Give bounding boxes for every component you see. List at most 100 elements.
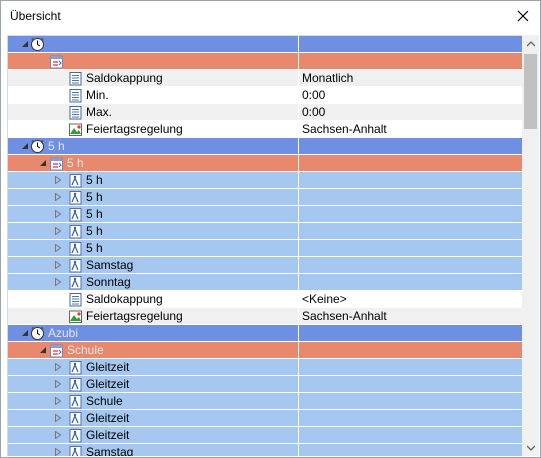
scrollbar-thumb[interactable]: [524, 54, 537, 129]
name-cell[interactable]: Gleitzeit: [17, 359, 299, 375]
name-cell[interactable]: Max.: [17, 104, 299, 120]
name-cell[interactable]: Samstag: [17, 257, 299, 273]
collapse-toggle[interactable]: [20, 39, 30, 49]
expand-toggle[interactable]: [53, 277, 63, 287]
expanded-triangle-icon: [22, 143, 28, 149]
value-cell[interactable]: [299, 36, 522, 52]
value-cell[interactable]: Monatlich: [299, 70, 522, 86]
value-cell[interactable]: 0:00: [299, 104, 522, 120]
value-cell[interactable]: [299, 325, 522, 341]
value-cell[interactable]: [299, 240, 522, 256]
name-cell[interactable]: Saldokappung: [17, 70, 299, 86]
tree-row[interactable]: 5 h: [8, 138, 522, 155]
name-cell[interactable]: Sonntag: [17, 274, 299, 290]
collapse-toggle[interactable]: [38, 345, 48, 355]
name-cell[interactable]: Feiertagsregelung: [17, 308, 299, 324]
expand-toggle[interactable]: [53, 362, 63, 372]
value-cell[interactable]: Sachsen-Anhalt: [299, 121, 522, 137]
name-cell[interactable]: Min.: [17, 87, 299, 103]
value-cell[interactable]: [299, 257, 522, 273]
vertical-scrollbar[interactable]: [522, 35, 539, 456]
name-cell[interactable]: Samstag: [17, 444, 299, 456]
expand-toggle[interactable]: [53, 430, 63, 440]
name-cell[interactable]: 5 h: [17, 138, 299, 154]
expand-toggle[interactable]: [53, 209, 63, 219]
name-cell[interactable]: [17, 36, 299, 52]
value-cell[interactable]: [299, 359, 522, 375]
tree-row[interactable]: 5 h: [8, 206, 522, 223]
close-button[interactable]: [506, 1, 540, 31]
tree-row[interactable]: 5 h: [8, 189, 522, 206]
tree-row[interactable]: [8, 36, 522, 53]
tree-row[interactable]: Schule: [8, 393, 522, 410]
tree-row[interactable]: Min. 0:00: [8, 87, 522, 104]
tree-row[interactable]: Feiertagsregelung Sachsen-Anhalt: [8, 308, 522, 325]
tree-row[interactable]: Azubi: [8, 325, 522, 342]
value-cell[interactable]: [299, 342, 522, 358]
tree-row[interactable]: Max. 0:00: [8, 104, 522, 121]
collapsed-triangle-icon: [55, 448, 62, 456]
tree-row[interactable]: Samstag: [8, 444, 522, 456]
value-cell[interactable]: Sachsen-Anhalt: [299, 308, 522, 324]
value-cell[interactable]: [299, 274, 522, 290]
value-cell[interactable]: [299, 53, 522, 69]
expand-toggle[interactable]: [53, 192, 63, 202]
tree-row[interactable]: [8, 53, 522, 70]
expand-toggle[interactable]: [53, 260, 63, 270]
name-cell[interactable]: Saldokappung: [17, 291, 299, 307]
name-cell[interactable]: Azubi: [17, 325, 299, 341]
name-cell[interactable]: 5 h: [17, 189, 299, 205]
name-cell[interactable]: Gleitzeit: [17, 410, 299, 426]
scroll-up-button[interactable]: [522, 35, 539, 52]
tree-row[interactable]: Samstag: [8, 257, 522, 274]
tree-row[interactable]: Saldokappung <Keine>: [8, 291, 522, 308]
tree-row[interactable]: Gleitzeit: [8, 359, 522, 376]
expand-toggle[interactable]: [53, 226, 63, 236]
value-cell[interactable]: [299, 223, 522, 239]
name-cell[interactable]: 5 h: [17, 206, 299, 222]
value-cell[interactable]: [299, 444, 522, 456]
name-cell[interactable]: Gleitzeit: [17, 376, 299, 392]
scroll-down-button[interactable]: [522, 439, 539, 456]
tree-row[interactable]: Saldokappung Monatlich: [8, 70, 522, 87]
value-cell[interactable]: [299, 155, 522, 171]
value-cell[interactable]: [299, 410, 522, 426]
name-cell[interactable]: 5 h: [17, 240, 299, 256]
name-cell[interactable]: 5 h: [17, 172, 299, 188]
name-cell[interactable]: Feiertagsregelung: [17, 121, 299, 137]
value-cell[interactable]: [299, 172, 522, 188]
expand-toggle[interactable]: [53, 447, 63, 456]
expand-toggle[interactable]: [53, 243, 63, 253]
expand-toggle[interactable]: [53, 413, 63, 423]
collapse-toggle[interactable]: [38, 158, 48, 168]
tree-row[interactable]: 5 h: [8, 155, 522, 172]
expand-toggle[interactable]: [53, 396, 63, 406]
collapse-toggle[interactable]: [20, 328, 30, 338]
value-cell[interactable]: [299, 376, 522, 392]
tree-row[interactable]: Feiertagsregelung Sachsen-Anhalt: [8, 121, 522, 138]
value-cell[interactable]: 0:00: [299, 87, 522, 103]
value-cell[interactable]: [299, 189, 522, 205]
tree-row[interactable]: 5 h: [8, 240, 522, 257]
tree-row[interactable]: 5 h: [8, 172, 522, 189]
collapse-toggle[interactable]: [20, 141, 30, 151]
value-cell[interactable]: [299, 138, 522, 154]
value-cell[interactable]: [299, 393, 522, 409]
name-cell[interactable]: Schule: [17, 342, 299, 358]
tree-row[interactable]: Sonntag: [8, 274, 522, 291]
tree-row[interactable]: Schule: [8, 342, 522, 359]
tree-row[interactable]: 5 h: [8, 223, 522, 240]
value-cell[interactable]: <Keine>: [299, 291, 522, 307]
value-cell[interactable]: [299, 427, 522, 443]
name-cell[interactable]: Schule: [17, 393, 299, 409]
expand-toggle[interactable]: [53, 175, 63, 185]
tree-row[interactable]: Gleitzeit: [8, 427, 522, 444]
tree-row[interactable]: Gleitzeit: [8, 376, 522, 393]
tree-row[interactable]: Gleitzeit: [8, 410, 522, 427]
expand-toggle[interactable]: [53, 379, 63, 389]
name-cell[interactable]: 5 h: [17, 155, 299, 171]
name-cell[interactable]: [17, 53, 299, 69]
name-cell[interactable]: Gleitzeit: [17, 427, 299, 443]
name-cell[interactable]: 5 h: [17, 223, 299, 239]
value-cell[interactable]: [299, 206, 522, 222]
